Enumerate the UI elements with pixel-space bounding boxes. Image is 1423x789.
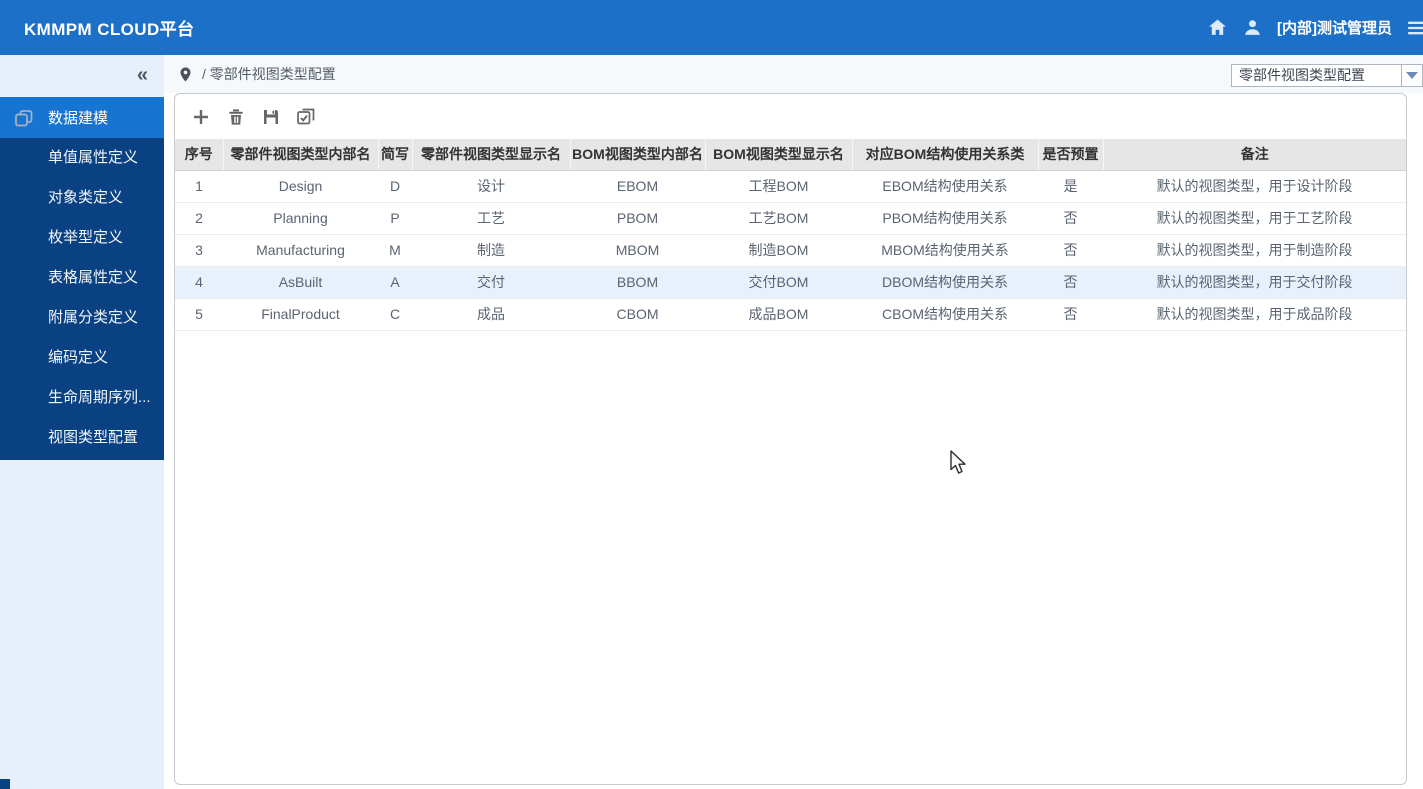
sidebar-menu: 数据建模 单值属性定义 对象类定义 枚举型定义 表格属性定义 附属分类定义 编码定义 生命周…	[0, 97, 164, 460]
header-actions: [内部]测试管理员	[1207, 0, 1423, 55]
table-cell: 交付BOM	[705, 266, 852, 299]
config-table: 序号 零部件视图类型内部名 简写 零部件视图类型显示名 BOM视图类型内部名 BOM视图类…	[175, 139, 1406, 331]
table-cell: Planning	[223, 202, 378, 235]
page-selector-value[interactable]: 零部件视图类型配置	[1231, 64, 1401, 87]
table-cell: 4	[175, 266, 223, 299]
app-header: KMMPM CLOUD平台 [内部]测试管理员	[0, 0, 1423, 55]
column-header: 零部件视图类型内部名	[223, 139, 379, 171]
table-cell: 否	[1038, 298, 1103, 331]
sidebar-item-4[interactable]: 表格属性定义	[0, 258, 164, 298]
sidebar-bottom-chip	[0, 779, 10, 789]
table-cell: Manufacturing	[223, 234, 378, 267]
column-header: 是否预置	[1038, 139, 1104, 171]
table-cell: 是	[1038, 170, 1103, 203]
table-row[interactable]: 4 AsBuilt A 交付 BBOM 交付BOM DBOM结构使用关系否默认的视图类型，用…	[175, 266, 1406, 299]
sidebar-items: 单值属性定义 对象类定义 枚举型定义 表格属性定义 附属分类定义 编码定义 生命周期序列..…	[0, 138, 164, 458]
add-button[interactable]	[190, 106, 212, 128]
column-header: 序号	[175, 139, 224, 171]
table-cell: Design	[223, 170, 378, 203]
table-cell: 设计	[412, 170, 570, 203]
table-cell: AsBuilt	[223, 266, 378, 299]
table-cell: M	[378, 234, 412, 267]
table-cell: 否	[1038, 266, 1103, 299]
table-cell: 2	[175, 202, 223, 235]
layers-icon	[13, 107, 35, 129]
column-header: 零部件视图类型显示名	[412, 139, 571, 171]
page-selector-dropdown-button[interactable]	[1401, 64, 1423, 87]
table-cell: 否	[1038, 202, 1103, 235]
column-header: BOM视图类型显示名	[705, 139, 853, 171]
table-cell: PBOM	[570, 202, 705, 235]
table-cell: PBOM结构使用关系	[852, 202, 1038, 235]
table-cell: 默认的视图类型，用于设计阶段	[1103, 170, 1406, 203]
table-row[interactable]: 2 Planning P 工艺 PBOM 工艺BOM PBOM结构使用关系否默认的视图类型，…	[175, 202, 1406, 235]
sidebar-group-data-modeling[interactable]: 数据建模	[0, 97, 164, 138]
sidebar-item-3[interactable]: 枚举型定义	[0, 218, 164, 258]
table-cell: EBOM结构使用关系	[852, 170, 1038, 203]
column-header: 简写	[378, 139, 413, 171]
table-cell: 成品	[412, 298, 570, 331]
table-body: 1 Design D 设计 EBOM 工程BOM EBOM结构使用关系是默认的视图类型，用于…	[175, 170, 1406, 331]
menu-icon[interactable]	[1407, 18, 1423, 38]
table-cell: DBOM结构使用关系	[852, 266, 1038, 299]
table-cell: CBOM结构使用关系	[852, 298, 1038, 331]
column-header: BOM视图类型内部名	[570, 139, 706, 171]
content-card: 序号 零部件视图类型内部名 简写 零部件视图类型显示名 BOM视图类型内部名 BOM视图类…	[174, 93, 1407, 785]
table-cell: 工程BOM	[705, 170, 852, 203]
table-cell: P	[378, 202, 412, 235]
table-cell: 工艺	[412, 202, 570, 235]
sidebar-item-5[interactable]: 附属分类定义	[0, 298, 164, 338]
table-cell: FinalProduct	[223, 298, 378, 331]
table-cell: 默认的视图类型，用于制造阶段	[1103, 234, 1406, 267]
sidebar-item-6[interactable]: 编码定义	[0, 338, 164, 378]
batch-select-button[interactable]	[295, 106, 317, 128]
table-cell: CBOM	[570, 298, 705, 331]
table-cell: 成品BOM	[705, 298, 852, 331]
dropdown-arrow-icon	[1406, 72, 1418, 79]
table-cell: MBOM结构使用关系	[852, 234, 1038, 267]
table-cell: 1	[175, 170, 223, 203]
table-cell: 交付	[412, 266, 570, 299]
table-cell: 默认的视图类型，用于交付阶段	[1103, 266, 1406, 299]
table-cell: 制造BOM	[705, 234, 852, 267]
table-cell: 默认的视图类型，用于工艺阶段	[1103, 202, 1406, 235]
table-row[interactable]: 3 Manufacturing M 制造 MBOM 制造BOM MBOM结构使用关系否默认的…	[175, 234, 1406, 267]
table-cell: 3	[175, 234, 223, 267]
user-icon[interactable]	[1242, 18, 1262, 38]
delete-button[interactable]	[225, 106, 247, 128]
table-cell: MBOM	[570, 234, 705, 267]
table-row[interactable]: 1 Design D 设计 EBOM 工程BOM EBOM结构使用关系是默认的视图类型，用于…	[175, 170, 1406, 203]
table-cell: A	[378, 266, 412, 299]
save-button[interactable]	[260, 106, 282, 128]
table-cell: 否	[1038, 234, 1103, 267]
sidebar-item-2[interactable]: 对象类定义	[0, 178, 164, 218]
breadcrumb-bar: / 零部件视图类型配置 零部件视图类型配置	[164, 55, 1423, 93]
sidebar-collapse-icon[interactable]: «	[137, 63, 148, 87]
breadcrumb-path: / 零部件视图类型配置	[202, 66, 336, 82]
table-cell: C	[378, 298, 412, 331]
table-cell: 制造	[412, 234, 570, 267]
sidebar-item-7[interactable]: 生命周期序列...	[0, 378, 164, 418]
table-cell: EBOM	[570, 170, 705, 203]
table-cell: D	[378, 170, 412, 203]
table-cell: 默认的视图类型，用于成品阶段	[1103, 298, 1406, 331]
table-header: 序号 零部件视图类型内部名 简写 零部件视图类型显示名 BOM视图类型内部名 BOM视图类…	[175, 139, 1406, 171]
app-title: KMMPM CLOUD平台	[24, 20, 195, 39]
home-icon[interactable]	[1207, 18, 1227, 38]
column-header: 对应BOM结构使用关系类	[852, 139, 1039, 171]
table-row[interactable]: 5 FinalProduct C 成品 CBOM 成品BOM CBOM结构使用关系否默认的视…	[175, 298, 1406, 331]
sidebar-group-label: 数据建模	[48, 110, 109, 127]
table-cell: BBOM	[570, 266, 705, 299]
sidebar-item-8[interactable]: 视图类型配置	[0, 418, 164, 458]
sidebar: « 数据建模 单值属性定义 对象类定义 枚举型定义 表格属性定义 附属分类定义 编码定义生…	[0, 55, 164, 789]
location-pin-icon	[180, 66, 191, 82]
current-user-label[interactable]: [内部]测试管理员	[1277, 17, 1392, 38]
toolbar	[175, 94, 1406, 139]
page-selector: 零部件视图类型配置	[1231, 64, 1423, 87]
sidebar-item-1[interactable]: 单值属性定义	[0, 138, 164, 178]
column-header: 备注	[1103, 139, 1406, 171]
table-cell: 工艺BOM	[705, 202, 852, 235]
breadcrumb: / 零部件视图类型配置	[178, 55, 336, 93]
table-cell: 5	[175, 298, 223, 331]
